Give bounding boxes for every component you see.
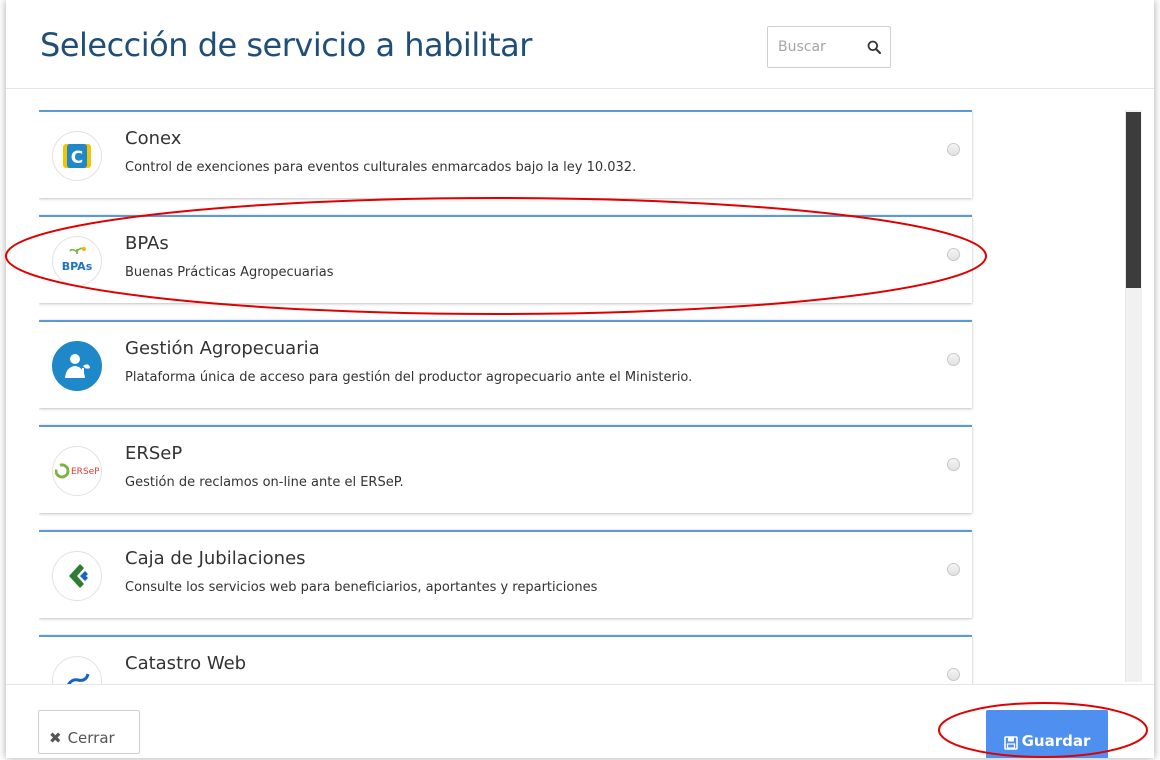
- service-name: Catastro Web: [125, 653, 247, 674]
- service-card-ersep[interactable]: ERSeP ERSeP Gestión de reclamos on-line …: [39, 425, 972, 513]
- service-description: Buenas Prácticas Agropecuarias: [125, 265, 334, 280]
- svg-text:C: C: [71, 148, 83, 168]
- service-name: ERSeP: [125, 443, 183, 464]
- save-button[interactable]: Guardar: [986, 710, 1108, 758]
- service-radio[interactable]: [947, 458, 960, 471]
- ersep-logo-text: ERSeP: [71, 467, 99, 477]
- service-card-bpas[interactable]: BPAs BPAs Buenas Prácticas Agropecuarias: [39, 215, 972, 303]
- ersep-logo-icon: ERSeP: [52, 446, 102, 496]
- service-card-conex[interactable]: C Conex Control de exenciones para event…: [39, 110, 972, 198]
- search-icon: [867, 40, 881, 54]
- conex-logo-icon: C: [52, 131, 102, 181]
- save-icon: [1003, 736, 1018, 750]
- service-list: C Conex Control de exenciones para event…: [39, 110, 979, 684]
- service-description: Plataforma única de acceso para gestión …: [125, 370, 693, 385]
- close-icon: ✖: [49, 729, 62, 747]
- search-box[interactable]: [767, 26, 891, 68]
- service-name: Gestión Agropecuaria: [125, 338, 320, 359]
- search-button[interactable]: [858, 27, 890, 67]
- service-name: BPAs: [125, 233, 169, 254]
- service-radio[interactable]: [947, 668, 960, 681]
- caja-logo-icon: [52, 551, 102, 601]
- search-input[interactable]: [776, 38, 858, 56]
- service-radio[interactable]: [947, 353, 960, 366]
- service-radio[interactable]: [947, 248, 960, 261]
- close-button[interactable]: ✖ Cerrar: [38, 710, 140, 754]
- close-button-label: Cerrar: [67, 729, 115, 747]
- bpas-logo-icon: BPAs: [52, 236, 102, 286]
- page-title: Selección de servicio a habilitar: [40, 26, 532, 64]
- service-description: Gestión de reclamos on-line ante el ERSe…: [125, 475, 404, 490]
- footer-divider: [6, 684, 1154, 685]
- service-selection-modal: Selección de servicio a habilitar C Cone…: [6, 0, 1154, 758]
- save-button-label: Guardar: [1021, 732, 1091, 750]
- header-divider: [6, 88, 1154, 89]
- scrollbar-thumb[interactable]: [1126, 112, 1141, 288]
- catastro-logo-icon: [52, 656, 102, 684]
- service-name: Caja de Jubilaciones: [125, 548, 306, 569]
- service-card-gestion-agropecuaria[interactable]: Gestión Agropecuaria Plataforma única de…: [39, 320, 972, 408]
- service-radio[interactable]: [947, 143, 960, 156]
- service-radio[interactable]: [947, 563, 960, 576]
- farmer-logo-icon: [52, 341, 102, 391]
- service-description: Control de exenciones para eventos cultu…: [125, 160, 637, 175]
- bpas-logo-text: BPAs: [62, 260, 93, 273]
- service-card-caja-jubilaciones[interactable]: Caja de Jubilaciones Consulte los servic…: [39, 530, 972, 618]
- service-card-catastro-web[interactable]: Catastro Web: [39, 635, 972, 684]
- service-name: Conex: [125, 128, 182, 149]
- service-description: Consulte los servicios web para benefici…: [125, 580, 598, 595]
